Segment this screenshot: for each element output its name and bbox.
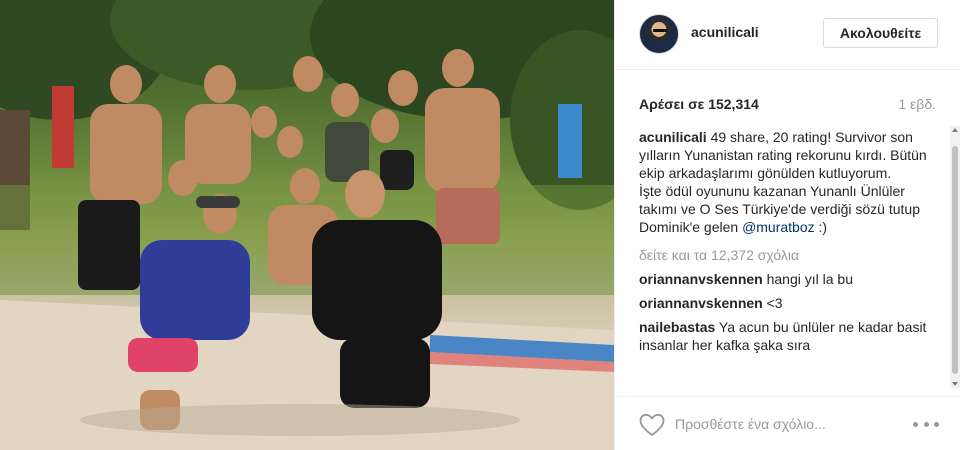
dot xyxy=(923,421,929,427)
view-more-comments[interactable]: δείτε και τα 12,372 σχόλια xyxy=(639,246,935,264)
dot xyxy=(934,421,939,427)
add-comment-input[interactable] xyxy=(675,411,905,437)
post-time[interactable]: 1 εβδ. xyxy=(898,96,936,112)
comment-username[interactable]: oriannanvskennen xyxy=(639,271,763,287)
comment-username[interactable]: oriannanvskennen xyxy=(639,295,763,311)
post-photo-illustration xyxy=(0,0,614,450)
heart-icon[interactable] xyxy=(639,413,665,437)
author-username[interactable]: acunilicali xyxy=(691,24,759,40)
post-sidebar: acunilicali Ακολουθείτε Αρέσει σε 152,31… xyxy=(614,0,960,450)
post-footer xyxy=(615,396,960,450)
post-caption: acunilicali 49 share, 20 rating! Survivo… xyxy=(639,128,935,236)
caption-end: :) xyxy=(814,219,828,235)
comment-text: hangi yıl la bu xyxy=(762,271,853,287)
comments-list: acunilicali 49 share, 20 rating! Survivo… xyxy=(639,128,935,386)
scroll-down-arrow-icon[interactable] xyxy=(952,382,958,386)
post-photo[interactable] xyxy=(0,0,614,450)
avatar[interactable] xyxy=(639,14,679,54)
comment-item: oriannanvskennen <3 xyxy=(639,294,935,312)
caption-mention[interactable]: @muratboz xyxy=(742,219,815,235)
follow-button[interactable]: Ακολουθείτε xyxy=(823,18,938,48)
scrollbar-thumb[interactable] xyxy=(952,146,958,374)
avatar-glasses xyxy=(653,29,667,32)
likes-count[interactable]: Αρέσει σε 152,314 xyxy=(639,96,759,112)
post-header: acunilicali Ακολουθείτε xyxy=(615,0,960,70)
dot xyxy=(913,421,918,427)
more-options-icon[interactable] xyxy=(913,417,939,431)
comment-text: <3 xyxy=(762,295,783,311)
comment-item: nailebastas Ya acun bu ünlüler ne kadar … xyxy=(639,318,935,354)
comment-item: oriannanvskennen hangi yıl la bu xyxy=(639,270,935,288)
comments-scrollbar[interactable] xyxy=(950,126,960,388)
scroll-up-arrow-icon[interactable] xyxy=(952,128,958,132)
comment-username[interactable]: nailebastas xyxy=(639,319,715,335)
caption-username[interactable]: acunilicali xyxy=(639,129,707,145)
